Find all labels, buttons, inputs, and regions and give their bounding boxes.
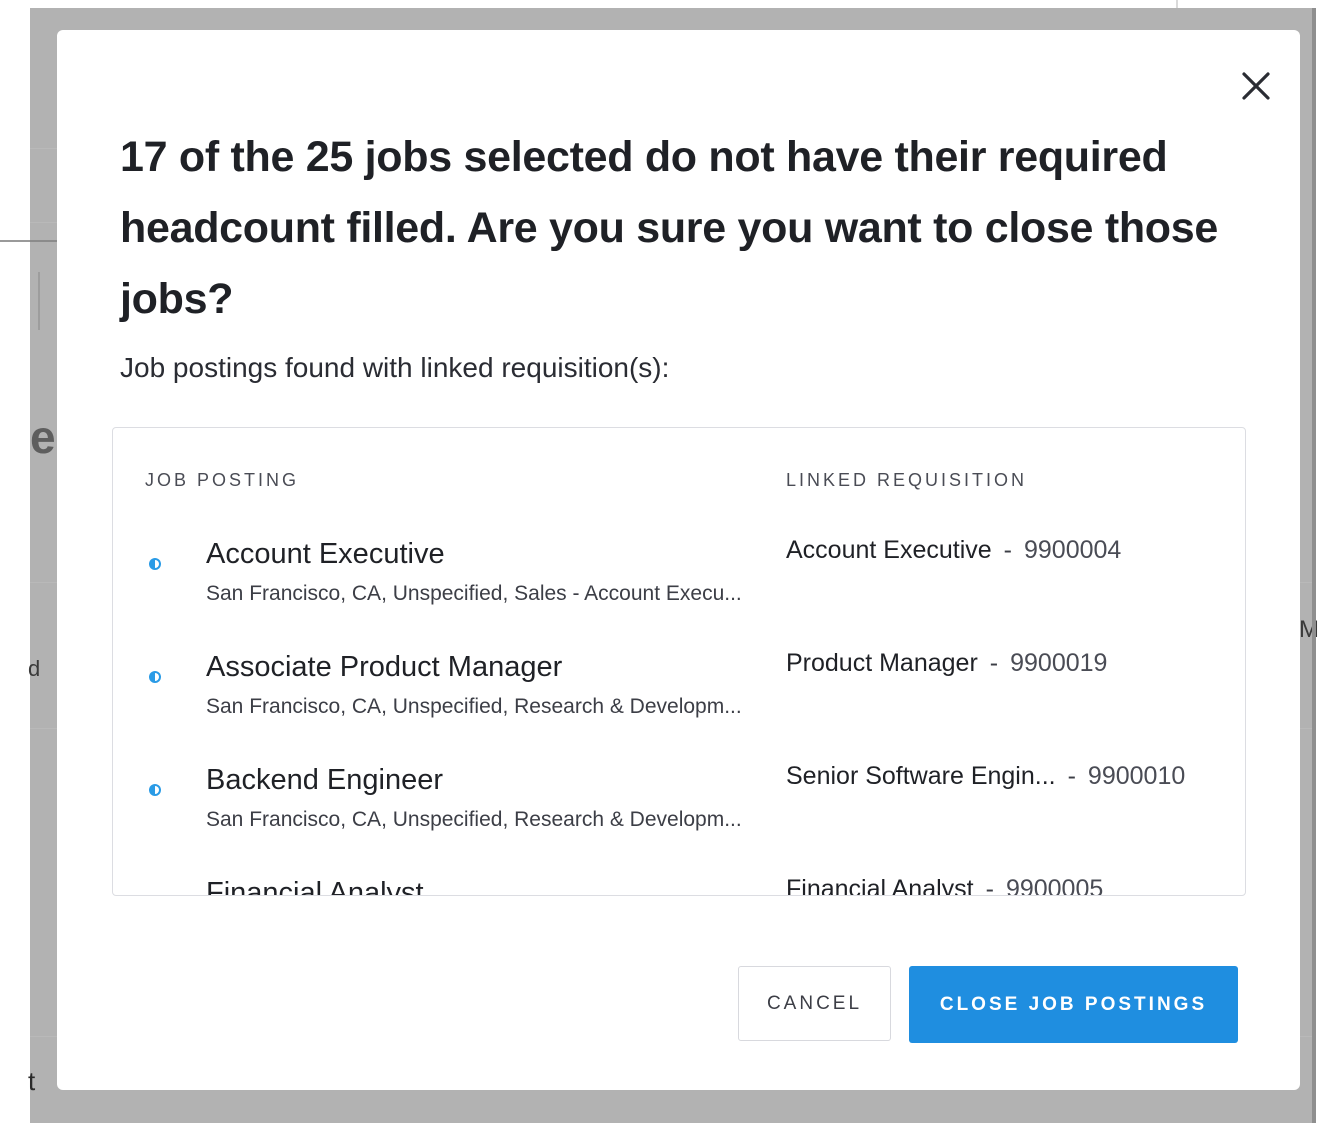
requisition-name: Financial Analyst — [786, 875, 974, 896]
bg-divider — [30, 728, 57, 729]
bg-text-fragment: M — [1299, 616, 1319, 643]
linked-requisition: Senior Software Engin... -9900010 — [786, 762, 1185, 791]
linked-requisition: Product Manager -9900019 — [786, 649, 1107, 678]
bg-divider — [1300, 728, 1312, 729]
bg-text-fragment: d — [28, 656, 41, 681]
bg-divider — [1176, 0, 1178, 8]
posting-details: San Francisco, CA, Unspecified, Sales - … — [206, 582, 742, 605]
confirm-close-dialog: 17 of the 25 jobs selected do not have t… — [57, 30, 1300, 1090]
screen: es d t M 17 of the 25 jobs selected do n… — [0, 0, 1325, 1123]
cancel-button[interactable]: CANCEL — [738, 966, 891, 1041]
requisition-separator: - — [989, 649, 999, 677]
column-header-linked-requisition: LINKED REQUISITION — [786, 470, 1028, 490]
table-row: Backend Engineer San Francisco, CA, Unsp… — [113, 762, 1245, 876]
requisition-id: 9900019 — [1010, 649, 1108, 677]
posting-title: Associate Product Manager — [206, 651, 563, 683]
posting-details: San Francisco, CA, Unspecified, Research… — [206, 695, 742, 718]
linked-requisition: Financial Analyst -9900005 — [786, 875, 1104, 896]
bg-divider — [1300, 1036, 1312, 1037]
half-circle-status-icon — [149, 671, 161, 683]
posting-title: Backend Engineer — [206, 764, 443, 796]
requisition-separator: - — [1003, 536, 1012, 564]
linked-requisitions-table[interactable]: JOB POSTING LINKED REQUISITION Account E… — [112, 427, 1246, 896]
linked-requisition: Account Executive -9900004 — [786, 536, 1121, 565]
bg-divider — [30, 582, 57, 583]
bg-divider — [1300, 582, 1312, 583]
dialog-title: 17 of the 25 jobs selected do not have t… — [120, 133, 1219, 323]
half-circle-status-icon — [149, 558, 161, 570]
requisition-separator: - — [1067, 762, 1076, 790]
table-row: Account Executive San Francisco, CA, Uns… — [113, 536, 1245, 650]
posting-title: Account Executive — [206, 538, 445, 570]
requisition-separator: - — [985, 875, 994, 896]
bg-divider — [30, 148, 57, 149]
posting-title: Financial Analyst — [206, 877, 424, 896]
requisition-name: Product Manager — [786, 649, 978, 677]
bg-divider — [30, 1036, 57, 1037]
table-row: Financial Analyst Financial Analyst -9900… — [113, 875, 1245, 896]
bg-divider — [38, 272, 40, 330]
dialog-subtitle: Job postings found with linked requisiti… — [120, 352, 670, 383]
close-button[interactable] — [1236, 66, 1276, 106]
column-header-job-posting: JOB POSTING — [145, 470, 300, 490]
requisition-id: 9900005 — [1005, 875, 1104, 896]
requisition-id: 9900004 — [1024, 536, 1122, 564]
close-icon — [1242, 72, 1270, 100]
requisition-id: 9900010 — [1087, 762, 1186, 790]
requisition-name: Account Executive — [786, 536, 992, 564]
table-row: Associate Product Manager San Francisco,… — [113, 649, 1245, 763]
posting-details: San Francisco, CA, Unspecified, Research… — [206, 808, 742, 831]
requisition-name: Senior Software Engin... — [786, 762, 1056, 790]
bg-divider — [30, 222, 57, 223]
scrollbar-edge — [1312, 8, 1316, 1123]
half-circle-status-icon — [149, 784, 161, 796]
close-job-postings-button[interactable]: CLOSE JOB POSTINGS — [909, 966, 1238, 1043]
bg-text-fragment: t — [28, 1066, 36, 1096]
